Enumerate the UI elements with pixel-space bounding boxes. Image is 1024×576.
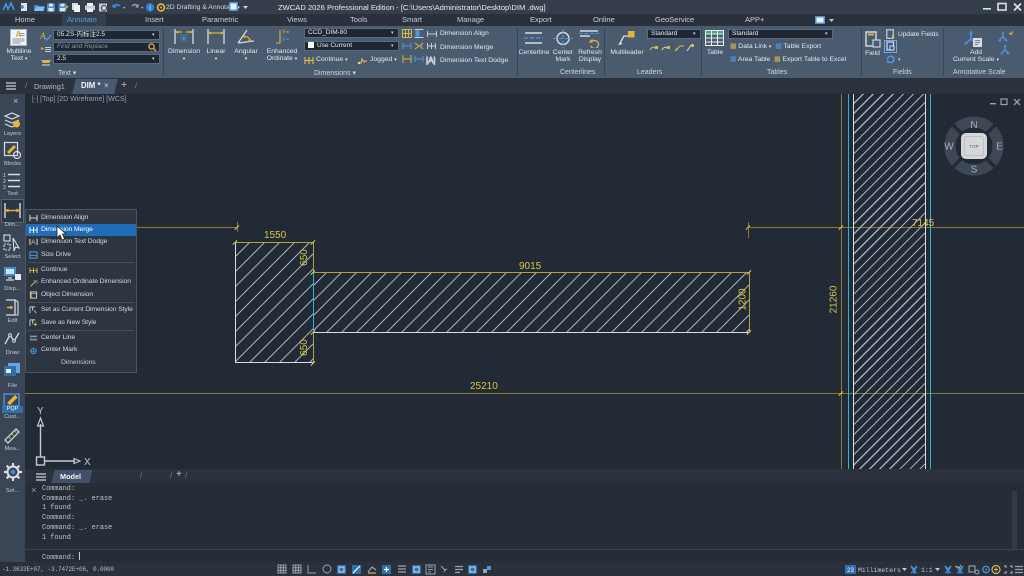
svg-text:S: S <box>971 165 978 176</box>
svg-text:TOP: TOP <box>969 144 978 149</box>
svg-text:X: X <box>84 457 91 466</box>
svg-text:Millimeters: Millimeters <box>858 567 901 574</box>
svg-text:N: N <box>970 120 977 131</box>
svg-text:23: 23 <box>847 568 854 574</box>
svg-text:E: E <box>996 142 1003 153</box>
svg-text:1:1: 1:1 <box>921 567 933 574</box>
svg-text:A: A <box>31 240 36 247</box>
svg-text:A: A <box>16 30 22 39</box>
svg-text:A: A <box>40 31 46 41</box>
svg-text:X=: X= <box>282 36 290 43</box>
svg-text:|A|: |A| <box>426 56 436 65</box>
svg-text:Y: Y <box>37 406 44 417</box>
svg-text:Y=: Y= <box>282 29 290 36</box>
svg-text:W: W <box>944 142 954 153</box>
svg-text:3: 3 <box>3 185 6 190</box>
